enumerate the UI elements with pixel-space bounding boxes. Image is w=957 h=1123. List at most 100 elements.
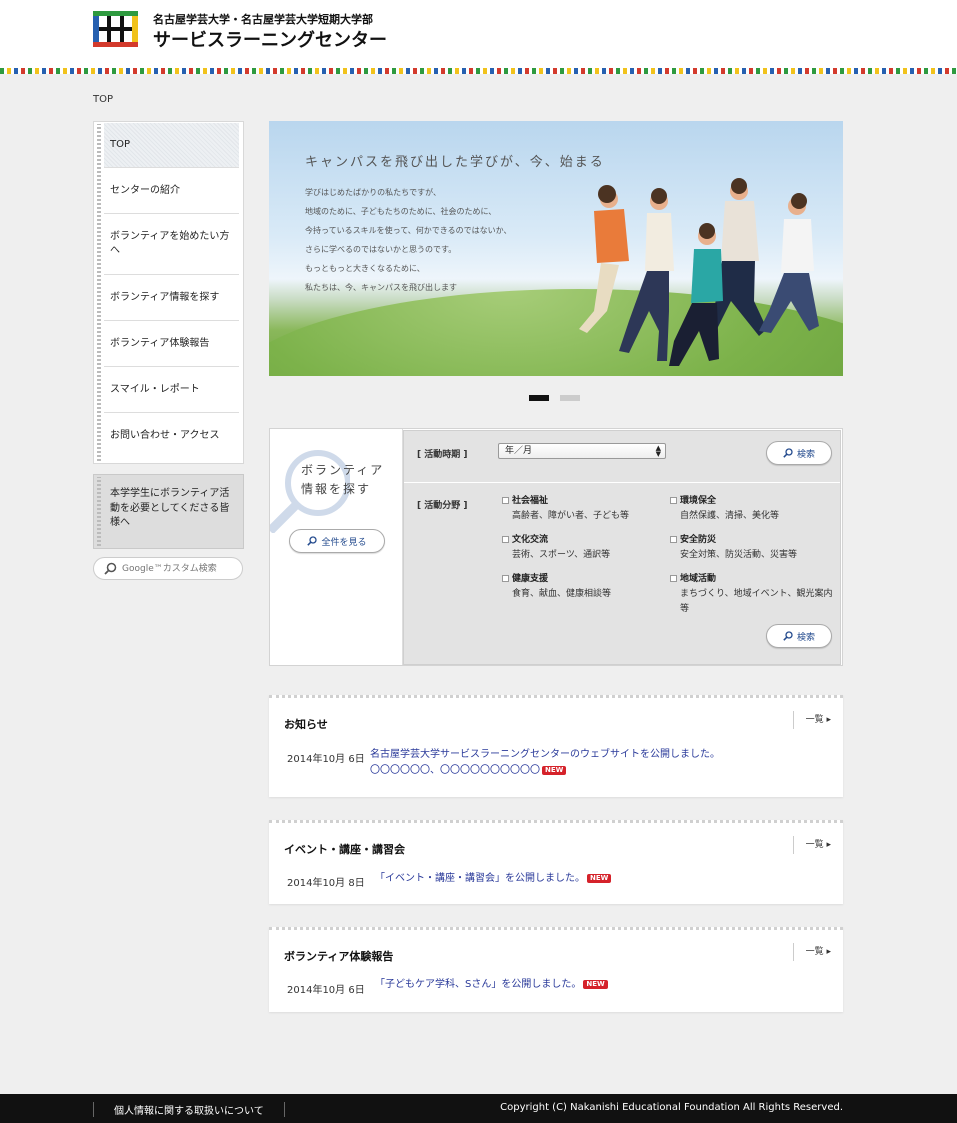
reports-more-link[interactable]: 一覧 ▸: [792, 943, 831, 961]
category-checkbox[interactable]: [502, 536, 509, 543]
category-title: 文化交流: [512, 535, 549, 545]
period-select[interactable]: 年／月 ▲ ▼: [498, 443, 666, 459]
slide-dot-active[interactable]: [529, 395, 549, 401]
category-title: 地域活動: [680, 574, 717, 584]
search-button-label: 検索: [796, 632, 815, 643]
report-date: 2014年10月 6日: [287, 985, 365, 996]
search-button-bottom[interactable]: 検索: [766, 624, 832, 648]
hero-line: 今持っているスキルを使って、何かできるのではないか、: [305, 226, 512, 235]
sidebar-item-about[interactable]: センターの紹介: [104, 168, 239, 214]
new-badge: NEW: [587, 873, 612, 883]
news-more-link[interactable]: 一覧 ▸: [792, 711, 831, 729]
sidebar-item-reports[interactable]: ボランティア体験報告: [104, 321, 239, 367]
search-icon: [104, 562, 117, 575]
hero-text: 学びはじめたばかりの私たちですが、 地域のために、子どもたちのために、社会のため…: [305, 183, 555, 297]
category-environment[interactable]: 環境保全 自然保護、清掃、美化等: [670, 493, 835, 524]
volunteer-search-panel: ボランティア 情報を探す 全件を見る [ 活動時期 ] 年／月 ▲ ▼ 検索 [ …: [269, 428, 843, 666]
search-input[interactable]: [122, 561, 237, 576]
category-desc: 安全対策、防災活動、災害等: [680, 550, 798, 560]
sidebar-item-top[interactable]: TOP: [104, 123, 239, 168]
site-footer: 個人情報に関する取扱いについて Copyright (C) Nakanishi …: [0, 1094, 957, 1123]
news-item[interactable]: 名古屋学芸大学サービスラーニングセンターのウェブサイトを公開しました。 〇〇〇〇…: [370, 747, 720, 779]
period-row: [ 活動時期 ] 年／月 ▲ ▼ 検索: [404, 431, 840, 483]
search-panel-left: ボランティア 情報を探す 全件を見る: [270, 429, 403, 665]
hero-people-image: [579, 178, 819, 366]
header-stripe: [0, 68, 957, 74]
new-badge: NEW: [542, 765, 567, 775]
news-item-line: 名古屋学芸大学サービスラーニングセンターのウェブサイトを公開しました。: [370, 749, 720, 760]
field-label: [ 活動分野 ]: [417, 501, 468, 511]
search-button-top[interactable]: 検索: [766, 441, 832, 465]
event-item[interactable]: 「イベント・講座・講習会」を公開しました。 NEW: [375, 871, 612, 887]
arrow-right-icon: ▸: [826, 715, 831, 725]
hero-title: キャンパスを飛び出した学びが、今、始まる: [305, 155, 605, 170]
category-checkbox[interactable]: [502, 575, 509, 582]
section-title: ボランティア体験報告: [284, 950, 394, 963]
notice-box[interactable]: 本学学生にボランティア活動を必要としてくださる皆様へ: [93, 474, 244, 549]
event-item-text: 「イベント・講座・講習会」を公開しました。: [375, 873, 585, 884]
category-desc: 食育、献血、健康相談等: [512, 589, 612, 599]
category-welfare[interactable]: 社会福祉 高齢者、障がい者、子ども等: [502, 493, 662, 524]
search-title-line: 情報を探す: [301, 482, 372, 496]
category-health[interactable]: 健康支援 食育、献血、健康相談等: [502, 571, 662, 602]
search-panel-title: ボランティア 情報を探す: [301, 461, 384, 499]
events-more-link[interactable]: 一覧 ▸: [792, 836, 831, 854]
search-icon: [307, 536, 318, 546]
category-checkbox[interactable]: [670, 497, 677, 504]
more-label: 一覧: [805, 840, 824, 850]
sidebar-item-find[interactable]: ボランティア情報を探す: [104, 275, 239, 321]
category-desc: まちづくり、地域イベント、観光案内等: [680, 589, 833, 614]
period-value: 年／月: [505, 446, 533, 456]
more-label: 一覧: [805, 947, 824, 957]
view-all-button[interactable]: 全件を見る: [289, 529, 385, 553]
hero-line: もっともっと大きくなるために、: [305, 264, 425, 273]
logo-title[interactable]: サービスラーニングセンター: [153, 26, 387, 52]
report-item[interactable]: 「子どもケア学科、Sさん」を公開しました。 NEW: [375, 977, 608, 993]
section-title: イベント・講座・講習会: [284, 843, 405, 856]
category-community[interactable]: 地域活動 まちづくり、地域イベント、観光案内等: [670, 571, 835, 617]
category-safety[interactable]: 安全防災 安全対策、防災活動、災害等: [670, 532, 835, 563]
category-checkbox[interactable]: [670, 575, 677, 582]
search-title-line: ボランティア: [301, 463, 385, 477]
breadcrumb[interactable]: TOP: [93, 94, 113, 105]
category-culture[interactable]: 文化交流 芸術、スポーツ、通訳等: [502, 532, 662, 563]
section-title: お知らせ: [284, 718, 328, 731]
hero-line: 私たちは、今、キャンパスを飛び出します: [305, 283, 457, 292]
privacy-link[interactable]: 個人情報に関する取扱いについて: [93, 1102, 285, 1117]
news-item-line: 〇〇〇〇〇〇、〇〇〇〇〇〇〇〇〇〇: [370, 765, 540, 776]
logo-mark-icon[interactable]: [93, 11, 138, 47]
select-arrows-icon: ▲ ▼: [655, 444, 661, 458]
category-checkbox[interactable]: [502, 497, 509, 504]
sidebar-item-smile[interactable]: スマイル・レポート: [104, 367, 239, 413]
hero-line: 地域のために、子どもたちのために、社会のために、: [305, 207, 497, 216]
hero-line: 学びはじめたばかりの私たちですが、: [305, 188, 441, 197]
hero-banner: キャンパスを飛び出した学びが、今、始まる 学びはじめたばかりの私たちですが、 地…: [269, 121, 843, 376]
search-icon: [783, 631, 793, 641]
category-title: 社会福祉: [512, 496, 549, 506]
sidebar-item-start[interactable]: ボランティアを始めたい方へ: [104, 214, 239, 275]
category-desc: 高齢者、障がい者、子ども等: [512, 511, 630, 521]
category-title: 安全防災: [680, 535, 717, 545]
news-date: 2014年10月 6日: [287, 754, 365, 765]
event-date: 2014年10月 8日: [287, 878, 365, 889]
category-title: 環境保全: [680, 496, 717, 506]
logo-subtitle: 名古屋学芸大学・名古屋学芸大学短期大学部: [153, 13, 373, 26]
slide-dot[interactable]: [560, 395, 580, 401]
google-search[interactable]: [93, 557, 243, 580]
category-desc: 芸術、スポーツ、通訳等: [512, 550, 611, 560]
hero-line: さらに学べるのではないかと思うのです。: [305, 245, 457, 254]
site-header: 名古屋学芸大学・名古屋学芸大学短期大学部 サービスラーニングセンター: [0, 0, 957, 68]
sidebar-item-contact[interactable]: お問い合わせ・アクセス: [104, 413, 239, 459]
category-title: 健康支援: [512, 574, 549, 584]
category-desc: 自然保護、清掃、美化等: [680, 511, 780, 521]
report-item-text: 「子どもケア学科、Sさん」を公開しました。: [375, 979, 582, 990]
copyright: Copyright (C) Nakanishi Educational Foun…: [500, 1102, 843, 1113]
category-checkbox[interactable]: [670, 536, 677, 543]
more-label: 一覧: [805, 715, 824, 725]
search-icon: [783, 448, 793, 458]
new-badge: NEW: [583, 979, 608, 989]
arrow-right-icon: ▸: [826, 947, 831, 957]
events-section: イベント・講座・講習会 一覧 ▸ 2014年10月 8日 「イベント・講座・講習…: [269, 820, 843, 904]
sidebar-nav: TOP センターの紹介 ボランティアを始めたい方へ ボランティア情報を探す ボラ…: [93, 121, 244, 464]
reports-section: ボランティア体験報告 一覧 ▸ 2014年10月 6日 「子どもケア学科、Sさん…: [269, 927, 843, 1012]
